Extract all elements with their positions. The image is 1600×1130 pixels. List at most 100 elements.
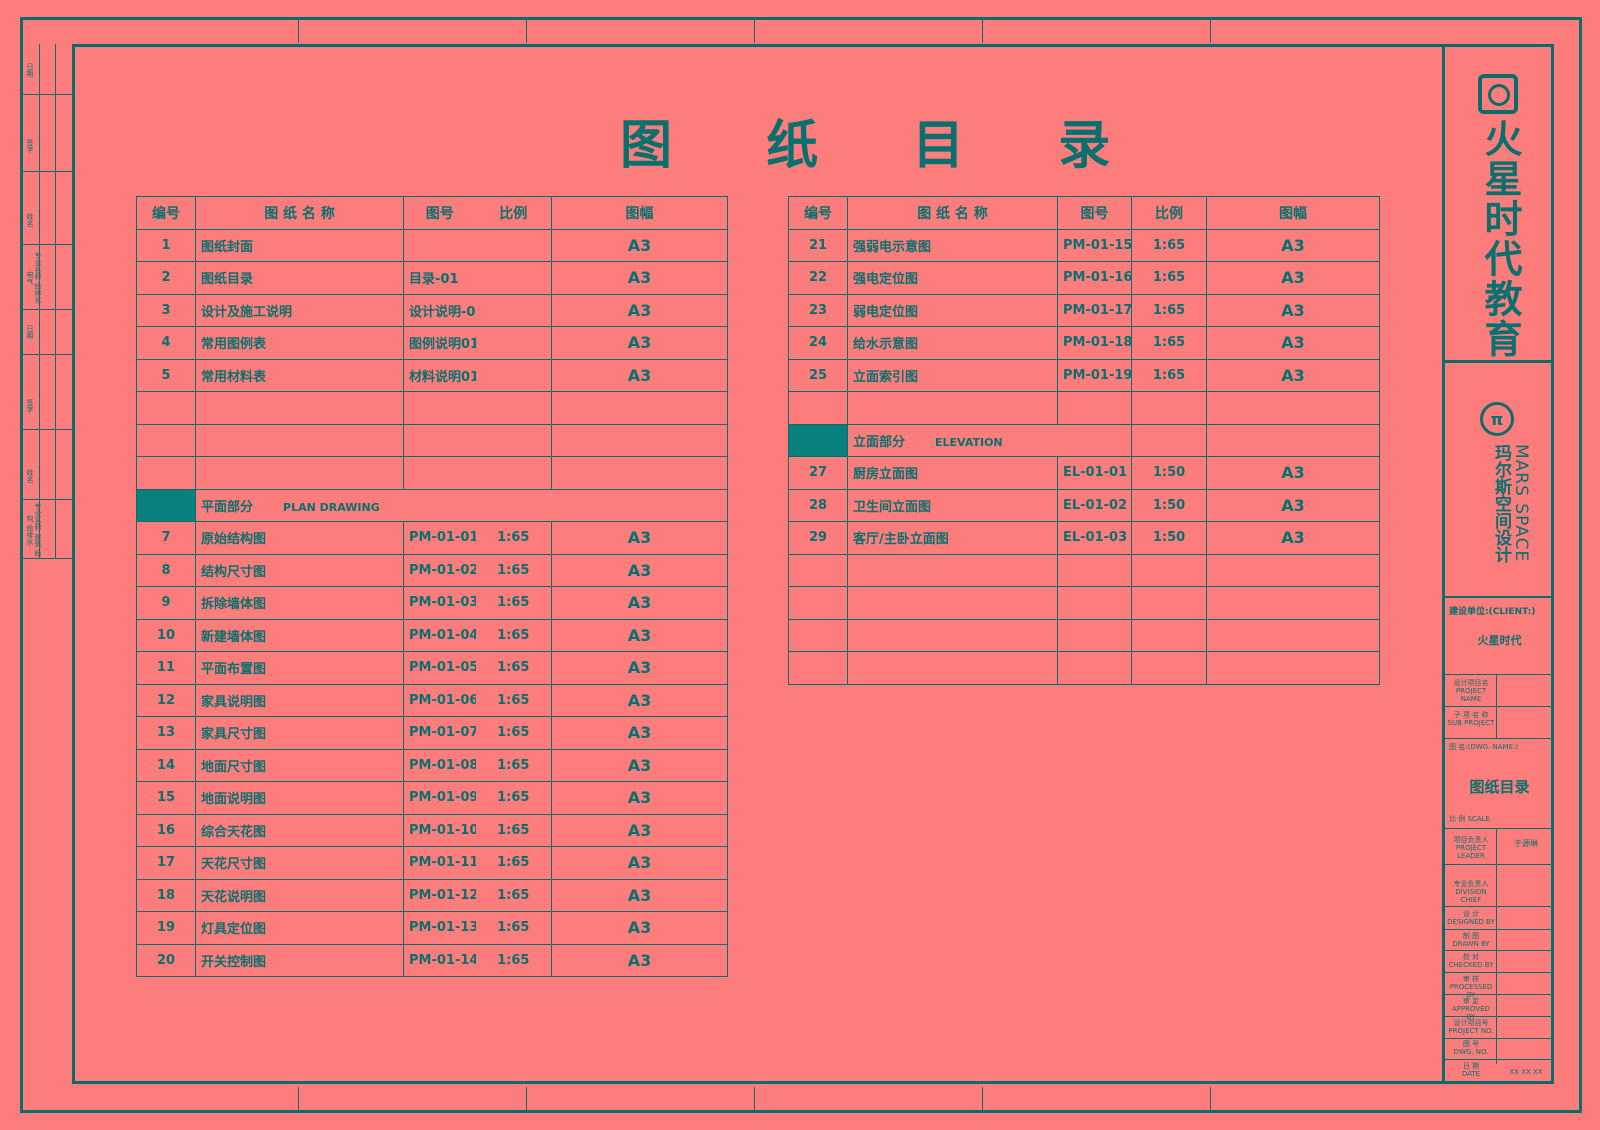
strip-label: 专业名称 给排水 电气	[26, 252, 42, 304]
drawing-scale: 1:65	[475, 943, 552, 977]
page-title: 图 纸 目 录	[620, 116, 1149, 176]
sheet-size	[1206, 618, 1380, 652]
drawing-code	[1057, 586, 1132, 620]
table-header-row: 编号 图 纸 名 称 图号 比例 图幅	[136, 196, 728, 230]
table-row	[136, 391, 728, 425]
date-value: XX XX XX	[1509, 1068, 1543, 1076]
drawing-code: EL-01-02	[1057, 488, 1132, 522]
table-row	[788, 618, 1380, 652]
sheet-size: A3	[551, 943, 728, 977]
drawing-code: PM-01-04	[403, 618, 476, 652]
division-label: 专业负责人 DIVISION CHIEF	[1453, 880, 1489, 904]
row-number: 3	[136, 293, 196, 327]
frame-tick	[982, 1087, 983, 1110]
drawing-scale: 1:65	[475, 716, 552, 750]
table-row: 19 灯具定位图 PM-01-13 1:65 A3	[136, 911, 728, 945]
drawing-code: PM-01-02	[403, 553, 476, 587]
row-number: 15	[136, 781, 196, 815]
drawing-scale: 1:65	[475, 521, 552, 555]
empty-cell	[1206, 423, 1380, 457]
drawing-scale: 1:65	[475, 781, 552, 815]
drawing-scale	[475, 228, 552, 262]
sheet-size: A3	[551, 553, 728, 587]
sheet-size	[551, 456, 728, 490]
table-row: 18 天花说明图 PM-01-12 1:65 A3	[136, 878, 728, 912]
drawing-code	[1057, 391, 1132, 425]
drawing-name	[195, 423, 404, 457]
row-number: 24	[788, 326, 848, 360]
drawing-name: 开关控制图	[195, 943, 404, 977]
table-row	[788, 651, 1380, 685]
frame-tick	[526, 20, 527, 43]
drawing-name: 家具尺寸图	[195, 716, 404, 750]
frame-tick	[1210, 20, 1211, 43]
row-number	[788, 553, 848, 587]
drawing-scale: 1:50	[1131, 521, 1207, 555]
row-number: 12	[136, 683, 196, 717]
header-cell: 比例	[475, 196, 552, 230]
drawing-name	[195, 456, 404, 490]
table-row: 2 图纸目录 目录-01 A3	[136, 261, 728, 295]
section-row: 平面部分 PLAN DRAWING	[136, 488, 728, 522]
row-number: 17	[136, 846, 196, 880]
drawing-name: 平面布置图	[195, 651, 404, 685]
row-number	[136, 391, 196, 425]
sheet-size: A3	[551, 618, 728, 652]
drawing-scale: 1:65	[475, 878, 552, 912]
section-name-en: PLAN DRAWING	[283, 500, 380, 514]
row-number: 7	[136, 521, 196, 555]
row-number: 25	[788, 358, 848, 392]
drawing-code: PM-01-18	[1057, 326, 1132, 360]
table-row: 3设计及施工说明设计说明-01 A3	[136, 293, 728, 327]
row-number: 19	[136, 911, 196, 945]
drawing-code	[1057, 618, 1132, 652]
sheet-size	[1206, 391, 1380, 425]
table-row: 28 卫生间立面图 EL-01-02 1:50 A3	[788, 488, 1380, 522]
sheet-size: A3	[551, 293, 728, 327]
drawing-name: 图纸目录	[195, 261, 404, 295]
table-row: 10 新建墙体图 PM-01-04 1:65 A3	[136, 618, 728, 652]
leader-label: 项目负责人 PROJECT LEADER	[1453, 836, 1489, 860]
table-row: 21 强弱电示意图 PM-01-15 1:65 A3	[788, 228, 1380, 262]
drawing-name: 天花尺寸图	[195, 846, 404, 880]
drawing-name	[847, 553, 1058, 587]
table-row	[788, 391, 1380, 425]
table-row: 17 天花尺寸图 PM-01-11 1:65 A3	[136, 846, 728, 880]
strip-label: 姓名	[26, 469, 34, 483]
drawing-name: 设计及施工说明	[195, 293, 404, 327]
drawing-name: 拆除墙体图	[195, 586, 404, 620]
header-cell: 图 纸 名 称	[847, 196, 1058, 230]
sheet-size: A3	[551, 748, 728, 782]
drawing-scale: 1:65	[1131, 228, 1207, 262]
row-number: 9	[136, 586, 196, 620]
drawing-scale: 1:65	[475, 683, 552, 717]
sheet-size	[1206, 586, 1380, 620]
table-row: 9 拆除墙体图 PM-01-03 1:65 A3	[136, 586, 728, 620]
frame-tick	[982, 20, 983, 43]
drawing-index-table-right: 编号 图 纸 名 称 图号 比例 图幅 21 强弱电示意图 PM-01-15 1:65…	[788, 196, 1380, 685]
scale-label: 比 例 SCALE	[1449, 815, 1490, 823]
drawing-name	[847, 586, 1058, 620]
drawing-scale	[1131, 553, 1207, 587]
table-row: 23 弱电定位图 PM-01-17 1:65 A3	[788, 293, 1380, 327]
row-number: 1	[136, 228, 196, 262]
row-number: 13	[136, 716, 196, 750]
sheet-size: A3	[551, 651, 728, 685]
drawing-code	[403, 456, 476, 490]
table-row: 24 给水示意图 PM-01-18 1:65 A3	[788, 326, 1380, 360]
sheet-size: A3	[551, 326, 728, 360]
row-number: 16	[136, 813, 196, 847]
row-number: 14	[136, 748, 196, 782]
date-label: 日 期 DATE	[1461, 1062, 1481, 1078]
drawing-scale	[475, 456, 552, 490]
drawing-name: 客厅/主卧立面图	[847, 521, 1058, 555]
drawing-code: PM-01-06	[403, 683, 476, 717]
drawing-code	[403, 228, 476, 262]
strip-label: 日期	[26, 63, 34, 77]
sheet-size: A3	[1206, 456, 1380, 490]
drawing-name: 综合天花图	[195, 813, 404, 847]
sheet-size: A3	[1206, 228, 1380, 262]
drawing-name: 结构尺寸图	[195, 553, 404, 587]
row-number: 20	[136, 943, 196, 977]
drawing-code: PM-01-13	[403, 911, 476, 945]
